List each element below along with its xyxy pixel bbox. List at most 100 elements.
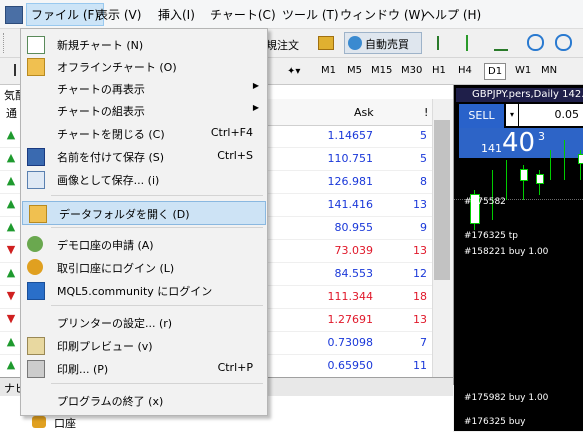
chart-annotation: #158221 buy 1.00 (464, 247, 549, 257)
menu-item-label: デモ口座の申請 (A) (57, 239, 154, 252)
timeframe-mn[interactable]: MN (538, 63, 560, 78)
line-chart-icon[interactable] (494, 37, 508, 51)
submenu-arrow-icon: ▶ (252, 103, 259, 112)
menu-item-label: チャートを閉じる (C) (57, 128, 165, 141)
mql5-icon (27, 282, 45, 300)
menu-item-shortcut: Ctrl+P (217, 361, 253, 374)
file-menu-item[interactable]: 印刷プレビュー (v) (21, 334, 267, 356)
menu-item-label: 印刷プレビュー (v) (57, 340, 153, 353)
spread-value: 13 (413, 313, 427, 326)
login-icon (27, 259, 43, 275)
timeframe-m15[interactable]: M15 (368, 63, 395, 78)
arrow-up-icon: ▲ (6, 266, 16, 279)
timeframe-m5[interactable]: M5 (344, 63, 365, 78)
menu-item-shortcut: Ctrl+F4 (210, 126, 253, 139)
candle-body (520, 169, 528, 181)
spread-value: 18 (413, 290, 427, 303)
file-menu-item[interactable]: MQL5.community にログイン (21, 279, 267, 301)
folder-icon (29, 205, 47, 223)
ask-price: 110.751 (327, 152, 374, 165)
new-order-button[interactable]: 規注文 (266, 37, 299, 53)
bar-chart-icon[interactable] (437, 36, 453, 50)
arrows-icon[interactable]: ✦▾ (287, 66, 300, 77)
file-menu-item[interactable]: プログラムの終了 (x) (21, 389, 267, 411)
timeframe-d1[interactable]: D1 (484, 63, 507, 80)
zoom-out-icon[interactable] (555, 34, 572, 51)
menu-item-label: プリンターの設定... (r) (57, 317, 173, 330)
menu-item-label: チャートの再表示 (57, 83, 145, 96)
menu-tools[interactable]: ツール (T) (282, 6, 339, 23)
menu-view[interactable]: 表示 (V) (96, 6, 141, 23)
menu-item-label: MQL5.community にログイン (57, 285, 213, 298)
price-superscript: 3 (538, 130, 545, 143)
market-watch-tab[interactable]: 通 (6, 105, 17, 121)
menu-file[interactable]: ファイル (F) (26, 3, 105, 26)
file-menu-item[interactable]: オフラインチャート (O) (21, 55, 267, 77)
account-tree-item[interactable]: 口座 (54, 415, 76, 431)
menu-item-label: 印刷... (P) (57, 363, 109, 376)
spread-value: 13 (413, 198, 427, 211)
save-icon (27, 148, 45, 166)
menu-item-label: 取引口座にログイン (L) (57, 262, 175, 275)
timeframe-w1[interactable]: W1 (512, 63, 534, 78)
candle-wick (492, 170, 493, 220)
ask-price: 111.344 (327, 290, 374, 303)
ask-price: 141.416 (327, 198, 374, 211)
sell-button[interactable]: SELL (459, 104, 504, 128)
ask-price: 84.553 (334, 267, 374, 280)
lot-dropdown[interactable]: ▾ (506, 104, 518, 126)
zoom-in-icon[interactable] (527, 34, 544, 51)
arrow-up-icon: ▲ (6, 220, 16, 233)
menu-separator (51, 383, 263, 384)
file-menu-item[interactable]: 名前を付けて保存 (S) Ctrl+S (21, 145, 267, 167)
scrollbar-thumb[interactable] (434, 120, 450, 280)
spread-value: 9 (420, 221, 427, 234)
candle-wick (564, 140, 565, 180)
file-menu-item[interactable]: 取引口座にログイン (L) (21, 256, 267, 278)
file-menu-item[interactable]: 新規チャート (N) (21, 33, 267, 55)
file-menu-item[interactable]: 印刷... (P) Ctrl+P (21, 357, 267, 379)
spread-value: 11 (413, 359, 427, 372)
chart-annotation: #175982 buy 1.00 (464, 393, 549, 403)
menu-help[interactable]: ヘルプ (H) (423, 6, 481, 23)
lot-input[interactable]: 0.05 (519, 104, 583, 126)
arrow-down-icon: ▼ (6, 312, 16, 325)
timeframe-m1[interactable]: M1 (318, 63, 339, 78)
autotrade-label: 自動売買 (365, 38, 409, 51)
autotrade-button[interactable]: 自動売買 (344, 32, 422, 54)
chart-annotation: #176325 buy (464, 417, 526, 427)
chart-title: GBPJPY.pers,Daily 142.4 (472, 89, 583, 100)
app-icon[interactable] (5, 6, 23, 24)
menu-item-label: オフラインチャート (O) (57, 61, 177, 74)
submenu-arrow-icon: ▶ (252, 81, 259, 90)
toolbar-grip (3, 33, 7, 53)
timeframe-m30[interactable]: M30 (398, 63, 425, 78)
count-column-header[interactable]: ! (424, 106, 428, 119)
ask-column-header[interactable]: Ask (354, 106, 374, 119)
spread-value: 13 (413, 244, 427, 257)
file-menu-item[interactable]: プリンターの設定... (r) (21, 311, 267, 333)
gold-icon[interactable] (318, 36, 334, 50)
menu-window[interactable]: ウィンドウ (W) (340, 6, 425, 23)
arrow-down-icon: ▼ (6, 243, 16, 256)
arrow-up-icon: ▲ (6, 174, 16, 187)
candlestick-icon[interactable] (466, 35, 480, 51)
candle-wick (550, 150, 551, 180)
candle-wick (506, 160, 507, 200)
menu-insert[interactable]: 挿入(I) (158, 6, 195, 23)
demo-account-icon (27, 236, 43, 252)
timeframe-h1[interactable]: H1 (429, 63, 449, 78)
file-menu-item[interactable]: データフォルダを開く (D) (22, 201, 266, 225)
spread-value: 5 (420, 129, 427, 142)
timeframe-h4[interactable]: H4 (455, 63, 475, 78)
file-menu-item[interactable]: チャートの再表示 ▶ (21, 77, 267, 99)
file-menu-item[interactable]: チャートを閉じる (C) Ctrl+F4 (21, 122, 267, 144)
market-watch-header: Ask ! (268, 99, 453, 126)
file-menu-item[interactable]: チャートの組表示 ▶ (21, 99, 267, 121)
menu-chart[interactable]: チャート(C) (210, 6, 276, 23)
chart-title-bar: GBPJPY.pers,Daily 142.4 (456, 88, 583, 102)
file-menu-item[interactable]: 画像として保存... (i) (21, 168, 267, 190)
chart-annotation: #175582 (464, 197, 506, 207)
file-menu-item[interactable]: デモ口座の申請 (A) (21, 233, 267, 255)
file-menu-dropdown: 新規チャート (N) オフラインチャート (O) チャートの再表示 ▶ チャートの組表示… (20, 28, 268, 416)
